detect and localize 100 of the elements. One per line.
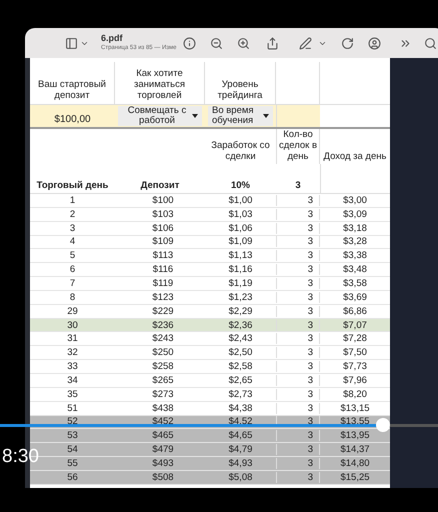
table-cell: $15,25 <box>340 472 370 483</box>
column-header: Депозит <box>140 180 180 191</box>
zoom-in-icon[interactable] <box>236 36 250 50</box>
table-cell: 3 <box>308 208 313 220</box>
table-cell: 35 <box>67 388 78 400</box>
table-cell: $3,09 <box>343 208 367 220</box>
table-cell: 53 <box>67 430 78 442</box>
header-cell-text: Ваш стартовый депозит <box>37 79 107 101</box>
table-cell: 3 <box>308 361 313 372</box>
table-cell: 3 <box>308 264 313 276</box>
table-cell: 3 <box>308 278 313 289</box>
table-cell: $1,09 <box>228 236 252 248</box>
table-cell: $2,65 <box>228 374 252 386</box>
table-cell: $258 <box>152 361 174 372</box>
table-cell: 3 <box>308 374 313 386</box>
table-cell: $1,06 <box>228 222 252 234</box>
table-cell: 33 <box>67 361 78 372</box>
table-cell: $8,20 <box>343 388 367 400</box>
zoom-out-icon[interactable] <box>210 36 223 50</box>
table-cell: $508 <box>152 472 174 483</box>
table-cell: $7,96 <box>343 374 367 386</box>
table-cell: $3,18 <box>343 222 367 234</box>
table-cell: $3,28 <box>343 236 367 248</box>
table-cell: $1,19 <box>228 278 252 289</box>
table-cell: $123 <box>152 292 174 303</box>
table-cell: $100 <box>152 194 174 206</box>
table-cell: $2,36 <box>228 320 252 331</box>
table-cell: 3 <box>308 292 313 303</box>
table-cell: $250 <box>152 347 174 358</box>
table-cell: 2 <box>70 208 76 220</box>
column-header: Торговый день <box>36 180 108 191</box>
level-dropdown[interactable]: Во время обучения <box>208 106 273 126</box>
table-cell: $2,43 <box>228 333 252 344</box>
table-cell: $243 <box>152 333 174 344</box>
table-cell: $493 <box>152 458 174 469</box>
table-cell: 6 <box>70 264 76 276</box>
pen-icon[interactable] <box>298 36 312 50</box>
table-cell: 3 <box>308 222 313 234</box>
table-cell: $2,29 <box>228 306 252 317</box>
table-cell: $3,38 <box>343 250 367 262</box>
table-cell: $13,15 <box>340 402 370 414</box>
table-cell: 3 <box>308 250 313 262</box>
table-cell: 3 <box>308 306 313 317</box>
table-cell: 3 <box>70 222 76 234</box>
table-cell: $2,50 <box>228 347 252 358</box>
mode-dropdown[interactable]: Совмещать с работой <box>118 106 202 126</box>
table-cell: 51 <box>67 402 78 414</box>
table-cell: $479 <box>152 444 174 456</box>
header-cell-text: Кол-во сделок в день <box>278 129 318 162</box>
rotate-icon[interactable] <box>340 36 354 50</box>
column-header: 3 <box>295 180 301 191</box>
table-cell: $4,38 <box>228 402 252 414</box>
table-cell: $7,07 <box>343 320 367 331</box>
table-cell: $7,50 <box>343 347 367 358</box>
table-cell: $4,52 <box>228 416 252 428</box>
header-cell: Доход за день <box>324 151 386 162</box>
table-cell: $113 <box>152 250 174 262</box>
header-cell-text: Уровень трейдинга <box>216 79 264 101</box>
table-cell: 3 <box>308 430 313 442</box>
table-cell: $119 <box>152 278 174 289</box>
table-cell: $452 <box>152 416 174 428</box>
table-cell: $273 <box>152 388 174 400</box>
table-cell: $14,80 <box>340 458 370 469</box>
column-header: 10% <box>230 180 250 191</box>
search-icon[interactable] <box>424 36 437 50</box>
table-cell: $7,28 <box>343 333 367 344</box>
table-cell: $229 <box>152 306 174 317</box>
table-cell: 8 <box>70 292 76 303</box>
table-cell: 3 <box>308 444 313 456</box>
table-cell: $4,65 <box>228 430 252 442</box>
table-cell: 3 <box>308 416 313 428</box>
table-cell: $5,08 <box>228 472 252 483</box>
table-cell: 3 <box>308 347 313 358</box>
table-cell: 32 <box>67 347 78 358</box>
info-icon[interactable] <box>182 36 196 50</box>
table-cell: $1,23 <box>228 292 252 303</box>
table-cell: $7,73 <box>343 361 367 372</box>
table-cell: $109 <box>152 236 174 248</box>
table-cell: 3 <box>308 472 313 483</box>
table-cell: 7 <box>70 278 76 289</box>
table-cell: 30 <box>67 320 78 331</box>
dropdown-arrow-icon <box>192 114 198 118</box>
table-cell: 29 <box>67 306 78 317</box>
sidebar-toggle-button[interactable] <box>65 36 89 50</box>
table-cell: 3 <box>308 236 313 248</box>
table-cell: $13,55 <box>340 416 370 428</box>
table-cell: $2,73 <box>228 388 252 400</box>
table-cell: $1,00 <box>228 194 252 206</box>
table-cell: $106 <box>152 222 174 234</box>
share-icon[interactable] <box>266 36 279 50</box>
table-cell: 3 <box>308 320 313 331</box>
table-cell: $1,16 <box>228 264 252 276</box>
table-cell: $236 <box>152 320 174 331</box>
table-cell: $13,95 <box>340 430 370 442</box>
table-cell: $3,58 <box>343 278 367 289</box>
table-cell: $2,58 <box>228 361 252 372</box>
table-cell: $14,37 <box>340 444 370 456</box>
table-cell: $3,00 <box>343 194 367 206</box>
header-cell-text: Как хотите заниматься торговлей <box>133 68 186 101</box>
table-cell: $3,48 <box>343 264 367 276</box>
